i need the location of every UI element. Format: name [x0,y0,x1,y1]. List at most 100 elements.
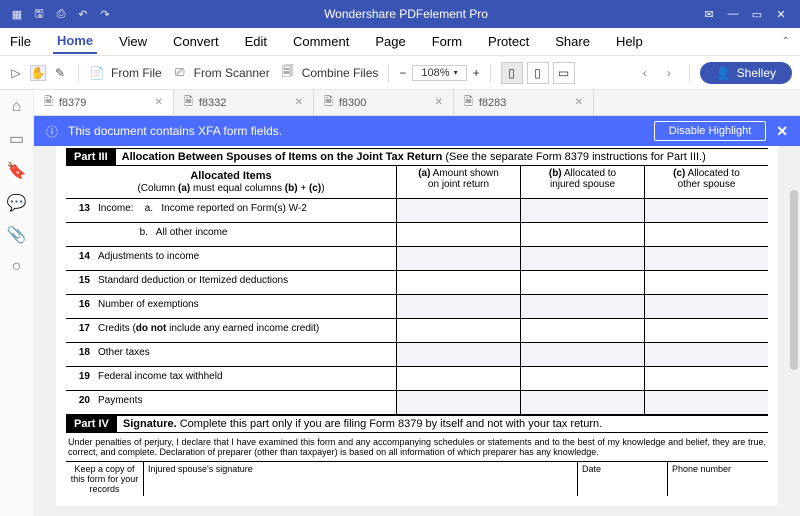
zoom-out-button[interactable]: − [399,66,406,80]
undo-icon[interactable]: ↶ [76,7,90,21]
form-field[interactable] [396,223,520,246]
col-allocated: Allocated Items(Column (a) must equal co… [66,166,396,198]
menu-page[interactable]: Page [371,30,409,53]
form-row: 17Credits (do not include any earned inc… [66,319,768,343]
form-field[interactable] [396,343,520,366]
form-field[interactable] [520,343,644,366]
menu-comment[interactable]: Comment [289,30,353,53]
bookmarks-icon[interactable]: 🔖 [8,162,26,180]
combine-files-button[interactable]: 🗐 Combine Files [280,65,379,81]
sig-phone-label: Phone number [668,462,768,496]
form-row: b. All other income [66,223,768,247]
chevron-down-icon: ▾ [454,68,458,77]
print-icon[interactable]: ⎙ [54,7,68,21]
doc-tab-f8283[interactable]: 🗎f8283✕ [454,90,594,115]
attachments-icon[interactable]: 📎 [8,226,26,244]
tab-close-icon[interactable]: ✕ [575,97,583,108]
form-field[interactable] [396,199,520,222]
nav-prev-icon[interactable]: ‹ [635,63,655,83]
user-label: Shelley [737,66,776,80]
user-button[interactable]: 👤 Shelley [700,62,792,84]
form-field[interactable] [644,295,768,318]
form-field[interactable] [396,391,520,414]
menu-protect[interactable]: Protect [484,30,533,53]
collapse-ribbon-icon[interactable]: ⌃ [778,32,794,51]
form-field[interactable] [520,391,644,414]
from-file-button[interactable]: 📄 From File [89,65,162,81]
menu-share[interactable]: Share [551,30,594,53]
form-field[interactable] [520,295,644,318]
page-view-continuous-icon[interactable]: ▯ [527,62,549,84]
hand-tool-icon[interactable]: ✋ [30,65,46,81]
edit-tool-icon[interactable]: ✎ [52,65,68,81]
zoom-dropdown[interactable]: 108% ▾ [412,65,466,81]
form-row: 16Number of exemptions [66,295,768,319]
banner-close-icon[interactable]: ✕ [776,123,788,140]
menu-help[interactable]: Help [612,30,647,53]
sig-date-label: Date [578,462,668,496]
zoom-value: 108% [421,67,449,79]
menu-convert[interactable]: Convert [169,30,223,53]
form-field[interactable] [520,247,644,270]
document-viewport[interactable]: Part III Allocation Between Spouses of I… [34,146,800,516]
select-tool-icon[interactable]: ▷ [8,65,24,81]
side-panel: ⌂ ▭ 🔖 💬 📎 ○ [0,90,34,516]
form-field[interactable] [520,271,644,294]
form-field[interactable] [644,223,768,246]
tab-close-icon[interactable]: ✕ [295,97,303,108]
banner-message: This document contains XFA form fields. [68,124,644,138]
disable-highlight-button[interactable]: Disable Highlight [654,121,767,141]
form-field[interactable] [396,247,520,270]
tab-close-icon[interactable]: ✕ [435,97,443,108]
nav-next-icon[interactable]: › [659,63,679,83]
page-view-facing-icon[interactable]: ▭ [553,62,575,84]
search-panel-icon[interactable]: ○ [8,258,26,276]
scrollbar-thumb[interactable] [790,190,798,370]
form-field[interactable] [644,391,768,414]
form-field[interactable] [396,295,520,318]
combine-files-icon: 🗐 [280,65,296,81]
form-field[interactable] [520,199,644,222]
tab-close-icon[interactable]: ✕ [155,97,163,108]
menu-file[interactable]: File [6,30,35,53]
form-field[interactable] [520,223,644,246]
doc-icon: 🗎 [464,93,473,112]
perjury-text: Under penalties of perjury, I declare th… [66,433,768,461]
doc-icon: 🗎 [184,93,193,112]
page-view-single-icon[interactable]: ▯ [501,62,523,84]
menu-view[interactable]: View [115,30,151,53]
mail-icon[interactable]: ✉ [700,5,718,23]
form-field[interactable] [396,271,520,294]
doc-tab-f8379[interactable]: 🗎f8379✕ [34,90,174,115]
form-field[interactable] [644,319,768,342]
from-scanner-button[interactable]: ⎚ From Scanner [172,65,270,81]
doc-tab-f8332[interactable]: 🗎 f8332 ✕ [174,90,314,115]
doc-tab-f8300[interactable]: 🗎f8300✕ [314,90,454,115]
save-icon[interactable]: 🖫 [32,7,46,21]
minimize-icon[interactable]: ― [724,5,742,23]
from-scanner-icon: ⎚ [172,65,188,81]
home-panel-icon[interactable]: ⌂ [8,98,26,116]
form-field[interactable] [644,367,768,390]
form-field[interactable] [644,247,768,270]
col-b: (b) Allocated toinjured spouse [520,166,644,198]
zoom-in-button[interactable]: + [473,66,480,80]
part4-label: Part IV [66,416,117,432]
form-field[interactable] [520,367,644,390]
form-field[interactable] [644,343,768,366]
comments-icon[interactable]: 💬 [8,194,26,212]
form-field[interactable] [644,271,768,294]
form-field[interactable] [396,367,520,390]
thumbnails-icon[interactable]: ▭ [8,130,26,148]
menu-home[interactable]: Home [53,29,97,54]
form-field[interactable] [644,199,768,222]
maximize-icon[interactable]: ▭ [748,5,766,23]
menu-form[interactable]: Form [428,30,466,53]
tab-label: f8332 [199,97,227,109]
form-field[interactable] [396,319,520,342]
redo-icon[interactable]: ↷ [98,7,112,21]
menu-edit[interactable]: Edit [241,30,271,53]
close-icon[interactable]: ✕ [772,5,790,23]
form-field[interactable] [520,319,644,342]
separator [490,64,491,82]
